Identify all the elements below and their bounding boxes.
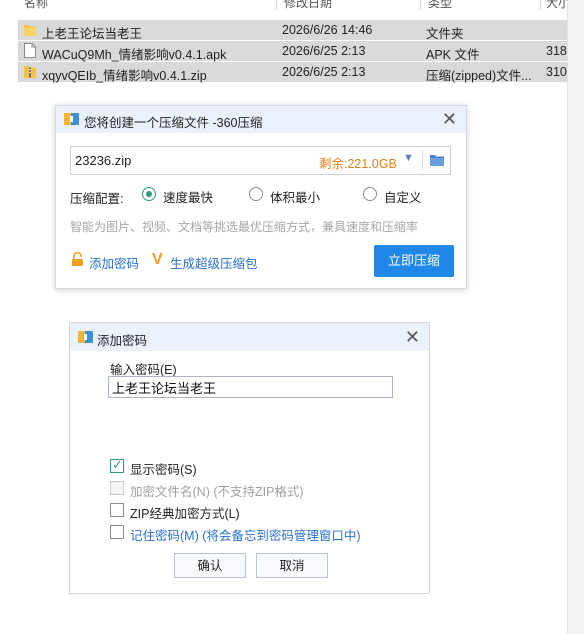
folder-icon [24, 25, 36, 36]
divider [422, 151, 423, 170]
radio-unselected-icon[interactable] [363, 187, 377, 201]
radio-selected-icon[interactable] [142, 187, 156, 201]
compress-now-button[interactable]: 立即压缩 [374, 245, 454, 277]
checkbox-checked-icon[interactable]: ✓ [110, 457, 124, 473]
apk-file-icon [24, 43, 36, 58]
cancel-button[interactable]: 取消 [256, 553, 328, 578]
file-name: 上老王论坛当老王 [42, 27, 143, 41]
file-row[interactable]: 上老王论坛当老王 2026/6/26 14:46 文件夹 [18, 20, 584, 41]
file-size: 310 [546, 65, 567, 79]
file-row[interactable]: xqyvQEIb_情绪影响v0.4.1.zip 2026/6/25 2:13 压… [18, 62, 584, 83]
360zip-app-icon [64, 113, 79, 125]
file-row[interactable]: WACuQ9Mh_情绪影响v0.4.1.apk 2026/6/25 2:13 A… [18, 41, 584, 62]
radio-custom-label[interactable]: 自定义 [384, 187, 422, 206]
file-date: 2026/6/26 14:46 [282, 23, 373, 37]
column-header: 名称 修改日期 类型 大小 [0, 0, 584, 10]
checkbox-unchecked-icon[interactable] [110, 503, 124, 517]
compress-dialog: 您将创建一个压缩文件 -360压缩 ✕ 23236.zip 剩余:221.0GB… [55, 105, 467, 289]
file-type: APK 文件 [426, 48, 480, 62]
file-explorer-list: 名称 修改日期 类型 大小 上老王论坛当老王 2026/6/26 14:46 文… [0, 0, 584, 86]
radio-fastest-label[interactable]: 速度最快 [163, 187, 213, 206]
file-size: 318 [546, 44, 567, 58]
add-password-dialog: 添加密码 ✕ 输入密码(E) ✓ 显示密码(S) 加密文件名(N) (不支持ZI… [69, 322, 430, 594]
close-icon[interactable]: ✕ [442, 109, 457, 130]
checkbox-unchecked-icon[interactable] [110, 525, 124, 539]
zip-classic-encryption-label[interactable]: ZIP经典加密方式(L) [130, 503, 240, 522]
password-input[interactable] [108, 376, 393, 398]
radio-unselected-icon[interactable] [249, 187, 263, 201]
explorer-scrollbar[interactable] [567, 0, 584, 634]
add-password-label[interactable]: 添加密码 [89, 253, 139, 272]
close-icon[interactable]: ✕ [405, 327, 420, 348]
super-archive-label[interactable]: 生成超级压缩包 [170, 253, 258, 272]
show-password-label[interactable]: 显示密码(S) [130, 459, 197, 478]
file-date: 2026/6/25 2:13 [282, 44, 366, 58]
add-password-titlebar[interactable]: 添加密码 ✕ [70, 323, 429, 351]
add-password-title: 添加密码 [97, 334, 148, 348]
output-filename[interactable]: 23236.zip [75, 153, 131, 168]
compress-config-label: 压缩配置: [70, 192, 124, 206]
ok-button[interactable]: 确认 [174, 553, 246, 578]
output-path-field[interactable]: 23236.zip 剩余:221.0GB ▼ [70, 146, 451, 175]
checkbox-disabled-icon[interactable] [110, 481, 124, 495]
column-type[interactable]: 类型 [428, 0, 452, 10]
file-type: 压缩(zipped)文件... [426, 69, 532, 83]
encrypt-filenames-label[interactable]: 加密文件名(N) (不支持ZIP格式) [130, 481, 304, 500]
browse-folder-icon[interactable] [430, 154, 444, 166]
column-date[interactable]: 修改日期 [284, 0, 332, 10]
chevron-down-icon[interactable]: ▼ [403, 152, 414, 164]
compress-dialog-titlebar[interactable]: 您将创建一个压缩文件 -360压缩 ✕ [56, 106, 466, 133]
file-name: xqyvQEIb_情绪影响v0.4.1.zip [42, 69, 207, 83]
file-type: 文件夹 [426, 27, 464, 41]
zip-file-icon [24, 66, 36, 78]
lock-icon [72, 252, 83, 266]
column-name[interactable]: 名称 [24, 0, 48, 10]
vip-icon: V [152, 251, 163, 268]
compress-hint: 智能为图片、视频、文档等挑选最优压缩方式，兼具速度和压缩率 [70, 220, 419, 234]
compress-dialog-title: 您将创建一个压缩文件 -360压缩 [84, 116, 263, 130]
radio-smallest-label[interactable]: 体积最小 [270, 187, 320, 206]
remember-password-label[interactable]: 记住密码(M) (将会备忘到密码管理窗口中) [130, 525, 361, 544]
disk-space-remaining: 剩余:221.0GB [319, 157, 397, 171]
file-date: 2026/6/25 2:13 [282, 65, 366, 79]
file-name: WACuQ9Mh_情绪影响v0.4.1.apk [42, 48, 227, 62]
360zip-app-icon [78, 331, 93, 343]
